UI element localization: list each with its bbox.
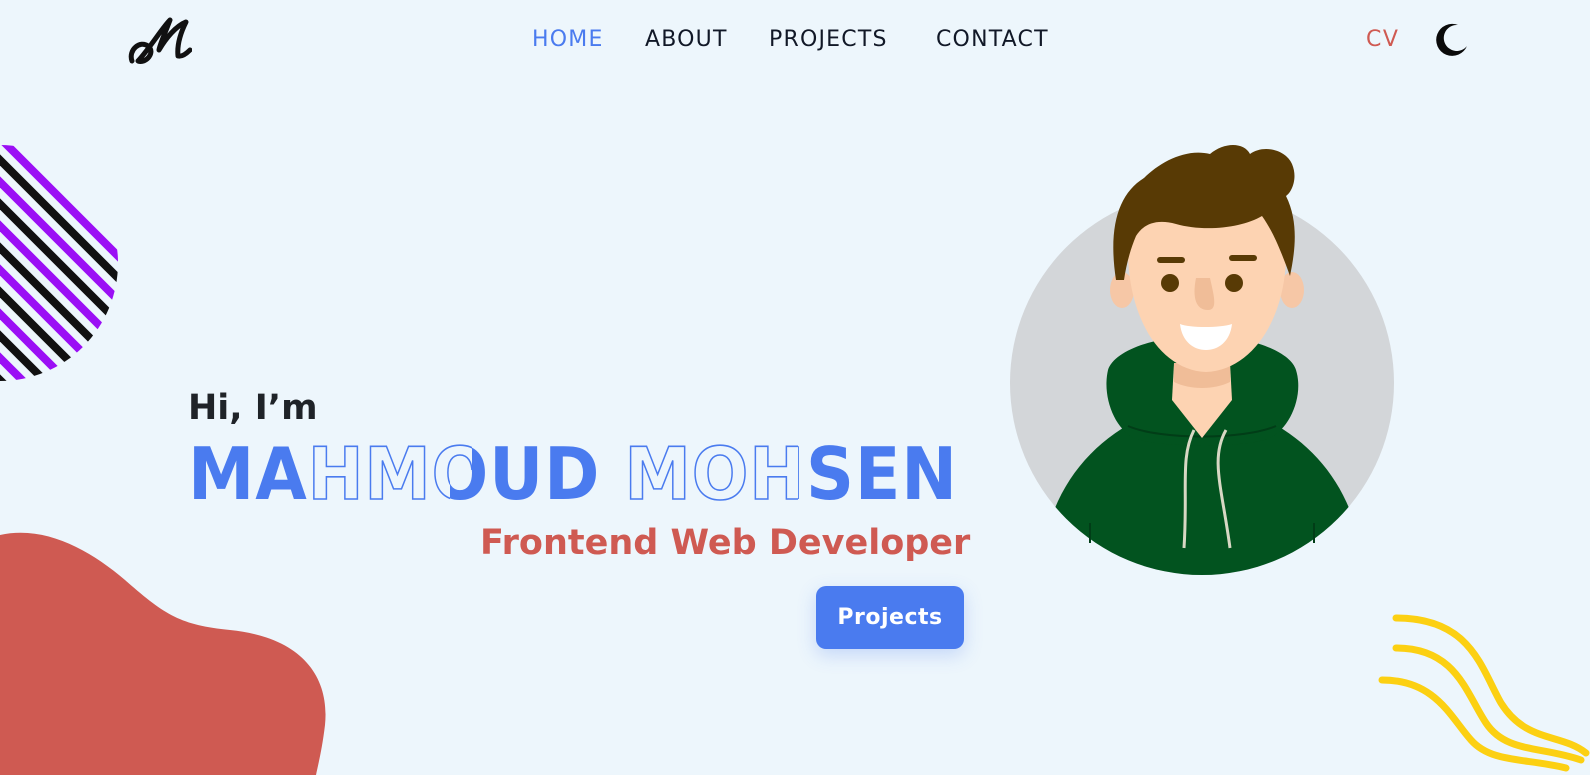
cv-link[interactable]: CV: [1366, 22, 1399, 58]
moon-icon[interactable]: [1434, 23, 1468, 57]
hero-name: MAHMOUD MOHSEN MAHMOUD MOHSEN: [188, 431, 958, 516]
main-nav: HOME ABOUT PROJECTS CONTACT: [0, 22, 1590, 58]
striped-shape-decoration: [0, 145, 118, 381]
logo[interactable]: M: [128, 14, 192, 66]
greeting: Hi, I’m: [188, 388, 318, 428]
avatar-illustration: [1010, 145, 1394, 575]
nav-projects[interactable]: PROJECTS: [769, 22, 888, 58]
svg-text:MAHMOUD MOHSEN: MAHMOUD MOHSEN: [188, 432, 958, 516]
projects-button[interactable]: Projects: [816, 586, 964, 649]
nav-home[interactable]: HOME: [532, 22, 604, 58]
red-blob-decoration: [0, 532, 326, 775]
yellow-squiggle-decoration: [1378, 614, 1590, 772]
role-title: Frontend Web Developer: [480, 523, 971, 563]
nav-contact[interactable]: CONTACT: [936, 22, 1049, 58]
nav-about[interactable]: ABOUT: [645, 22, 728, 58]
